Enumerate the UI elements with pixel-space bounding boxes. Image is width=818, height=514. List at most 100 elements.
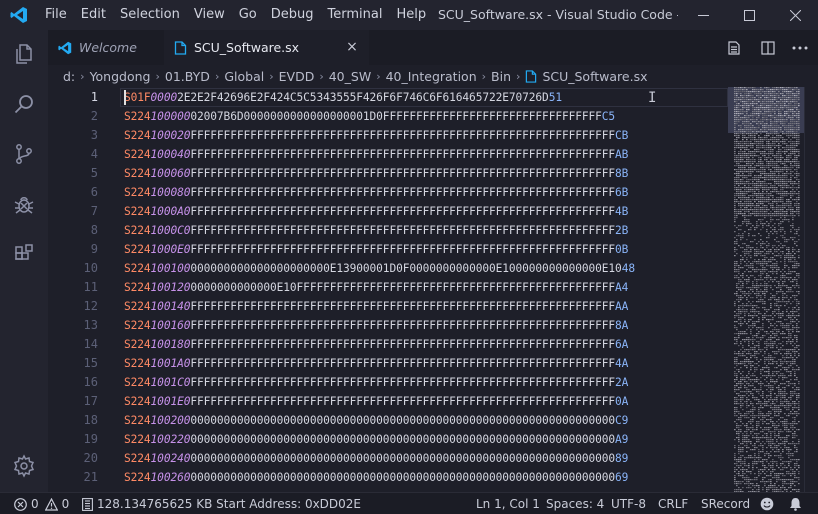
record-type: S224	[124, 414, 151, 427]
code-line[interactable]: S224100140FFFFFFFFFFFFFFFFFFFFFFFFFFFFFF…	[124, 297, 628, 316]
breadcrumb-item[interactable]: 01.BYD	[165, 69, 210, 84]
settings-gear-icon[interactable]	[0, 442, 48, 490]
breadcrumb-item[interactable]: Yongdong	[90, 69, 151, 84]
split-editor-icon[interactable]	[752, 30, 784, 65]
code-line[interactable]: S224100160FFFFFFFFFFFFFFFFFFFFFFFFFFFFFF…	[124, 316, 628, 335]
breadcrumb-separator-icon: ›	[214, 69, 220, 83]
code-line[interactable]: S224100040FFFFFFFFFFFFFFFFFFFFFFFFFFFFFF…	[124, 145, 628, 164]
line-number: 14	[83, 337, 98, 351]
mouse-ibeam-cursor-icon: I	[648, 90, 657, 106]
menu-help[interactable]: Help	[389, 0, 433, 30]
breadcrumb-separator-icon: ›	[376, 69, 381, 83]
file-info-status[interactable]: 128.134765625 KB Start Address: 0xDD02E	[82, 493, 361, 514]
vertical-scrollbar[interactable]	[804, 87, 818, 492]
bell-icon[interactable]	[789, 493, 802, 514]
eol-status[interactable]: CRLF	[658, 493, 688, 514]
code-line[interactable]: S2241000A0FFFFFFFFFFFFFFFFFFFFFFFFFFFFFF…	[124, 202, 628, 221]
problems-status[interactable]: 0 0	[14, 493, 69, 514]
code-line[interactable]: S01F00002E2E2F42696E2F424C5C5343555F426F…	[124, 88, 562, 107]
code-line[interactable]: S2241000E0FFFFFFFFFFFFFFFFFFFFFFFFFFFFFF…	[124, 240, 628, 259]
breadcrumb-item[interactable]: 40_SW	[329, 69, 371, 84]
feedback-smiley-icon[interactable]	[760, 493, 774, 514]
record-checksum: C9	[615, 414, 629, 427]
tab-label: SCU_Software.sx	[194, 40, 300, 55]
close-window-button[interactable]	[772, 0, 818, 30]
record-data: 0000000000000000000000000000000000000000…	[190, 414, 616, 427]
code-line[interactable]: S224100100000000000000000000000E13900001…	[124, 259, 635, 278]
code-line[interactable]: S2241001A0FFFFFFFFFFFFFFFFFFFFFFFFFFFFFF…	[124, 354, 628, 373]
record-type: S224	[124, 357, 151, 370]
menu-edit[interactable]: Edit	[74, 0, 113, 30]
menu-view[interactable]: View	[187, 0, 232, 30]
breadcrumb-item[interactable]: Bin	[491, 69, 511, 84]
code-line[interactable]: S224100020FFFFFFFFFFFFFFFFFFFFFFFFFFFFFF…	[124, 126, 628, 145]
cursor-position-status[interactable]: Ln 1, Col 1	[476, 493, 540, 514]
breadcrumb-separator-icon: ›	[269, 69, 274, 83]
minimize-button[interactable]	[680, 0, 726, 30]
code-line[interactable]: S224100220000000000000000000000000000000…	[124, 430, 628, 449]
debug-icon[interactable]	[0, 180, 48, 228]
record-checksum: CB	[615, 129, 629, 142]
line-number: 15	[83, 356, 98, 370]
record-address: 100240	[150, 452, 191, 465]
tab-scu-software[interactable]: SCU_Software.sx ×	[164, 30, 369, 65]
record-address: 1001C0	[150, 376, 191, 389]
file-info-text: 128.134765625 KB Start Address: 0xDD02E	[97, 496, 362, 511]
close-tab-icon[interactable]: ×	[345, 40, 359, 54]
record-type: S224	[124, 262, 151, 275]
maximize-button[interactable]	[726, 0, 772, 30]
search-icon[interactable]	[0, 80, 48, 128]
breadcrumb-item[interactable]: d:	[63, 69, 75, 84]
code-line[interactable]: S224100180FFFFFFFFFFFFFFFFFFFFFFFFFFFFFF…	[124, 335, 628, 354]
more-actions-icon[interactable]	[784, 30, 816, 65]
code-line[interactable]: S2241001C0FFFFFFFFFFFFFFFFFFFFFFFFFFFFFF…	[124, 373, 628, 392]
code-line[interactable]: S2241001200000000000000E10FFFFFFFFFFFFFF…	[124, 278, 628, 297]
language-mode-status[interactable]: SRecord	[701, 493, 750, 514]
encoding-status[interactable]: UTF-8	[611, 493, 646, 514]
code-line[interactable]: S22410000002007B6D0000000000000000001D0F…	[124, 107, 615, 126]
file-icon	[174, 40, 187, 55]
code-line[interactable]: S2241000C0FFFFFFFFFFFFFFFFFFFFFFFFFFFFFF…	[124, 221, 628, 240]
breadcrumb-item[interactable]: 40_Integration	[386, 69, 477, 84]
line-number: 5	[90, 166, 98, 180]
line-number: 20	[83, 451, 98, 465]
record-data: FFFFFFFFFFFFFFFFFFFFFFFFFFFFFFFFFFFFFFFF…	[190, 319, 616, 332]
line-number: 6	[90, 185, 98, 199]
menu-terminal[interactable]: Terminal	[321, 0, 390, 30]
menu-selection[interactable]: Selection	[113, 0, 187, 30]
code-line[interactable]: S224100240000000000000000000000000000000…	[124, 449, 628, 468]
open-preview-icon[interactable]	[718, 30, 750, 65]
record-type: S224	[124, 452, 151, 465]
line-number: 13	[83, 318, 98, 332]
files-icon[interactable]	[0, 30, 48, 78]
code-line[interactable]: S224100200000000000000000000000000000000…	[124, 411, 628, 430]
indentation-status[interactable]: Spaces: 4	[546, 493, 604, 514]
record-data: FFFFFFFFFFFFFFFFFFFFFFFFFFFFFFFFFFFFFFFF…	[190, 148, 616, 161]
extensions-icon[interactable]	[0, 230, 48, 278]
record-checksum: 89	[615, 452, 629, 465]
record-address: 100060	[150, 167, 191, 180]
record-checksum: 2B	[615, 224, 629, 237]
code-line[interactable]: S224100080FFFFFFFFFFFFFFFFFFFFFFFFFFFFFF…	[124, 183, 628, 202]
breadcrumb-item[interactable]: EVDD	[279, 69, 315, 84]
menu-file[interactable]: File	[38, 0, 74, 30]
record-checksum: 8B	[615, 167, 629, 180]
record-address: 1000E0	[150, 243, 191, 256]
record-checksum: 0A	[615, 395, 629, 408]
code-line[interactable]: S224100260000000000000000000000000000000…	[124, 468, 628, 487]
tab-welcome[interactable]: Welcome	[48, 30, 164, 65]
editor-area[interactable]: 1 2 3 4 5 6 7 8 9 10 11 12 13 14 15 16 17 18 19 20 21 S01F00…	[48, 87, 728, 492]
menu-debug[interactable]: Debug	[264, 0, 321, 30]
code-line[interactable]: S224100060FFFFFFFFFFFFFFFFFFFFFFFFFFFFFF…	[124, 164, 628, 183]
record-type: S224	[124, 433, 151, 446]
record-checksum: AA	[615, 300, 629, 313]
source-control-icon[interactable]	[0, 130, 48, 178]
minimap[interactable]	[728, 87, 804, 492]
breadcrumb-item-file[interactable]: SCU_Software.sx	[542, 69, 647, 84]
menu-go[interactable]: Go	[232, 0, 264, 30]
code-line[interactable]: S2241001E0FFFFFFFFFFFFFFFFFFFFFFFFFFFFFF…	[124, 392, 628, 411]
breadcrumb-item[interactable]: Global	[224, 69, 264, 84]
record-data: FFFFFFFFFFFFFFFFFFFFFFFFFFFFFFFFFFFFFFFF…	[190, 167, 616, 180]
breadcrumb-separator-icon: ›	[80, 69, 85, 83]
record-address: 100080	[150, 186, 191, 199]
